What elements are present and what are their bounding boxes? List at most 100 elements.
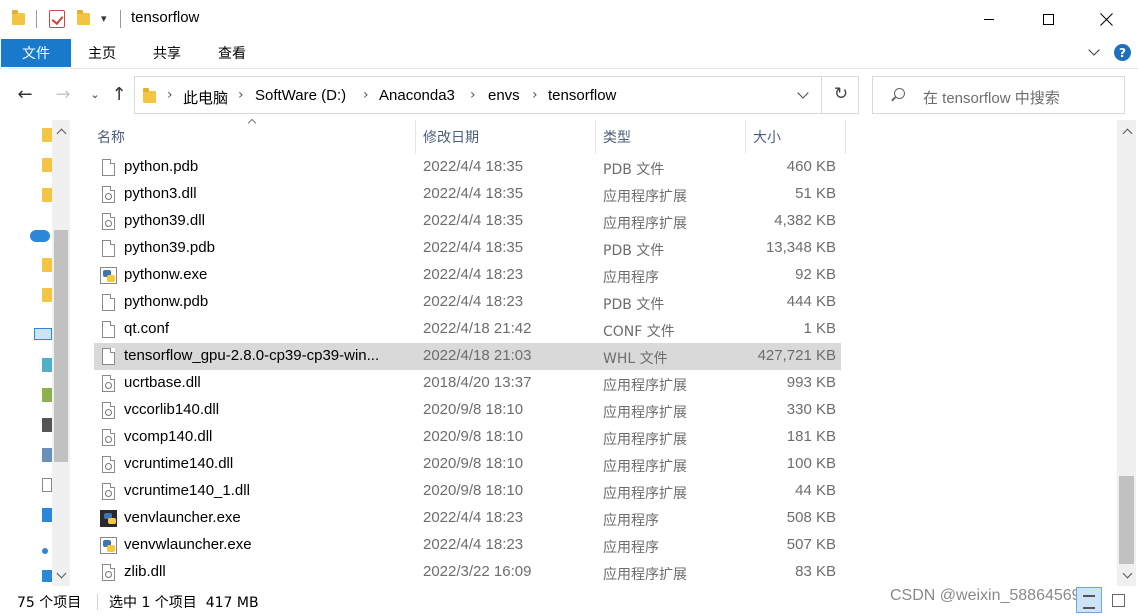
- file-row[interactable]: vcomp140.dll 2020/9/8 18:10 应用程序扩展 181 KB: [94, 424, 854, 451]
- file-row[interactable]: python39.pdb 2022/4/4 18:35 PDB 文件 13,348 K…: [94, 235, 854, 262]
- search-input[interactable]: 在 tensorflow 中搜索: [923, 87, 1060, 108]
- column-divider[interactable]: [415, 120, 416, 154]
- videos-icon[interactable]: [42, 418, 52, 432]
- file-type: PDB 文件: [603, 243, 665, 259]
- venv-exe-icon: [100, 510, 117, 527]
- tab-view[interactable]: 查看: [218, 39, 246, 67]
- column-header-date[interactable]: 修改日期: [423, 120, 479, 154]
- large-icons-view-icon[interactable]: [1110, 592, 1126, 608]
- file-row[interactable]: qt.conf 2022/4/18 21:42 CONF 文件 1 KB: [94, 316, 854, 343]
- navigation-scrollbar[interactable]: [52, 120, 70, 586]
- file-row[interactable]: vcruntime140.dll 2020/9/8 18:10 应用程序扩展 100 …: [94, 451, 854, 478]
- file-row[interactable]: python39.dll 2022/4/4 18:35 应用程序扩展 4,382 KB: [94, 208, 854, 235]
- breadcrumb-drive-d[interactable]: SoftWare (D:): [255, 87, 346, 104]
- file-row[interactable]: ucrtbase.dll 2018/4/20 13:37 应用程序扩展 993 KB: [94, 370, 854, 397]
- properties-check-icon[interactable]: [49, 10, 65, 28]
- folder-icon[interactable]: [42, 128, 52, 142]
- breadcrumb-separator[interactable]: ›: [363, 87, 369, 103]
- file-date: 2022/3/22 16:09: [423, 563, 532, 580]
- scroll-up-chevron-icon[interactable]: [1122, 126, 1132, 136]
- back-button[interactable]: ←: [14, 83, 36, 105]
- folder-icon[interactable]: [42, 158, 52, 172]
- column-divider[interactable]: [595, 120, 596, 154]
- file-icon: [102, 294, 115, 311]
- scrollbar-thumb[interactable]: [54, 230, 68, 462]
- column-header-size[interactable]: 大小: [753, 120, 781, 154]
- file-name: tensorflow_gpu-2.8.0-cp39-cp39-win...: [124, 347, 380, 364]
- folder-icon[interactable]: [42, 258, 52, 272]
- file-type: 应用程序扩展: [603, 432, 687, 448]
- file-row[interactable]: python3.dll 2022/4/4 18:35 应用程序扩展 51 KB: [94, 181, 854, 208]
- scrollbar-thumb[interactable]: [1119, 476, 1134, 564]
- file-row[interactable]: pythonw.exe 2022/4/4 18:23 应用程序 92 KB: [94, 262, 854, 289]
- file-date: 2020/9/8 18:10: [423, 482, 524, 499]
- file-row[interactable]: vccorlib140.dll 2020/9/8 18:10 应用程序扩展 330 K…: [94, 397, 854, 424]
- quick-access-dropdown[interactable]: ▾: [101, 12, 107, 25]
- tab-share[interactable]: 共享: [153, 39, 181, 67]
- minimize-button[interactable]: [966, 0, 1012, 38]
- folder-icon[interactable]: [42, 188, 52, 202]
- new-folder-icon[interactable]: [77, 10, 91, 26]
- search-box[interactable]: 在 tensorflow 中搜索: [872, 76, 1125, 114]
- address-bar[interactable]: › 此电脑 › SoftWare (D:) › Anaconda3 › envs…: [134, 76, 859, 114]
- file-row[interactable]: venvlauncher.exe 2022/4/4 18:23 应用程序 508 KB: [94, 505, 854, 532]
- file-row[interactable]: tensorflow_gpu-2.8.0-cp39-cp39-win... 202…: [94, 343, 841, 370]
- file-row[interactable]: vcruntime140_1.dll 2020/9/8 18:10 应用程序扩展 44…: [94, 478, 854, 505]
- 3d-objects-icon[interactable]: [42, 358, 52, 372]
- file-row[interactable]: zlib.dll 2022/3/22 16:09 应用程序扩展 83 KB: [94, 559, 854, 586]
- column-header-name[interactable]: 名称: [97, 120, 125, 154]
- up-button[interactable]: ↑: [108, 83, 130, 105]
- breadcrumb-tensorflow[interactable]: tensorflow: [548, 87, 616, 104]
- tab-home[interactable]: 主页: [88, 39, 116, 67]
- column-header-type[interactable]: 类型: [603, 120, 631, 154]
- file-icon: [102, 159, 115, 176]
- downloads-icon[interactable]: [42, 508, 52, 522]
- breadcrumb-separator[interactable]: ›: [167, 87, 173, 103]
- file-row[interactable]: venvwlauncher.exe 2022/4/4 18:23 应用程序 507 K…: [94, 532, 854, 559]
- file-name: vccorlib140.dll: [124, 401, 220, 418]
- breadcrumb-separator[interactable]: ›: [532, 87, 538, 103]
- close-button[interactable]: [1084, 0, 1130, 38]
- file-list-scrollbar[interactable]: [1117, 120, 1136, 586]
- breadcrumb-separator[interactable]: ›: [238, 87, 244, 103]
- documents-icon[interactable]: [42, 478, 52, 492]
- pictures-icon[interactable]: [42, 448, 52, 462]
- scroll-down-chevron-icon[interactable]: [1122, 570, 1132, 580]
- maximize-icon: [1042, 13, 1054, 25]
- this-pc-icon[interactable]: [34, 328, 52, 340]
- forward-button[interactable]: →: [52, 83, 74, 105]
- music-icon[interactable]: [42, 548, 48, 554]
- file-name: vcomp140.dll: [124, 428, 213, 445]
- breadcrumb-this-pc[interactable]: 此电脑: [183, 87, 228, 108]
- drive-icon[interactable]: [42, 570, 52, 582]
- help-icon[interactable]: ?: [1114, 44, 1131, 61]
- expand-ribbon-chevron-icon[interactable]: [1087, 44, 1103, 60]
- breadcrumb-anaconda3[interactable]: Anaconda3: [379, 87, 455, 104]
- file-type: 应用程序扩展: [603, 567, 687, 583]
- column-divider[interactable]: [845, 120, 846, 154]
- file-row[interactable]: python.pdb 2022/4/4 18:35 PDB 文件 460 KB: [94, 154, 854, 181]
- tab-file[interactable]: 文件: [1, 39, 71, 67]
- details-view-icon[interactable]: [1076, 587, 1102, 613]
- file-date: 2022/4/4 18:35: [423, 158, 524, 175]
- refresh-icon[interactable]: ↻: [830, 83, 852, 105]
- recent-locations-button[interactable]: ⌄: [84, 83, 106, 105]
- file-size: 1 KB: [803, 320, 836, 337]
- scroll-down-chevron-icon[interactable]: [56, 570, 66, 580]
- address-history-chevron-icon[interactable]: [790, 81, 818, 109]
- breadcrumb-separator[interactable]: ›: [470, 87, 476, 103]
- scroll-up-chevron-icon[interactable]: [56, 126, 66, 136]
- breadcrumb-envs[interactable]: envs: [488, 87, 520, 104]
- file-type: 应用程序扩展: [603, 189, 687, 205]
- desktop-icon[interactable]: [42, 388, 52, 402]
- file-name: pythonw.pdb: [124, 293, 209, 310]
- maximize-button[interactable]: [1025, 0, 1071, 38]
- file-size: 92 KB: [795, 266, 836, 283]
- onedrive-cloud-icon[interactable]: [30, 230, 50, 242]
- file-row[interactable]: pythonw.pdb 2022/4/4 18:23 PDB 文件 444 KB: [94, 289, 854, 316]
- address-divider: [821, 77, 822, 113]
- column-divider[interactable]: [745, 120, 746, 154]
- file-name: python39.dll: [124, 212, 205, 229]
- file-name: ucrtbase.dll: [124, 374, 201, 391]
- folder-icon[interactable]: [42, 288, 52, 302]
